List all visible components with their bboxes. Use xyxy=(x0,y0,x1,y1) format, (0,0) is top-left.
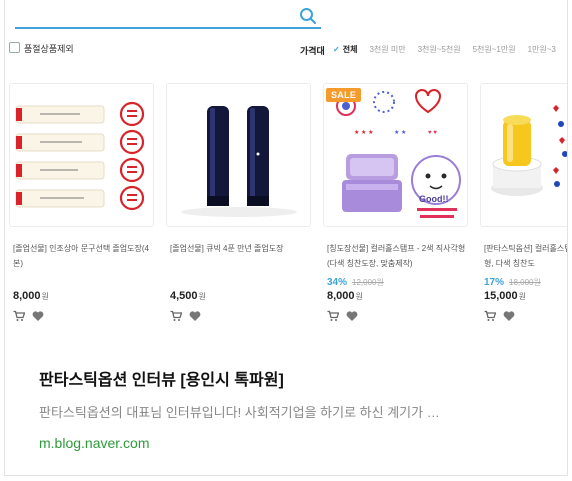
search-icon[interactable] xyxy=(299,7,317,25)
preview-image[interactable]: 품절상품제외 가격대 ✓ 전체 3천원 미만 3천원~5천원 5천원~1만원 1만… xyxy=(5,0,567,338)
product-list: [졸업선물] 인조상아 문구선택 졸업도장(4본) 8,000원 [졸업선물] … xyxy=(9,83,567,333)
product-image[interactable]: ★ ★ ★ ★ ★ ♥ ♥ Good!! SALE xyxy=(323,83,468,227)
product-price: 15,000원 xyxy=(484,290,526,302)
checkbox-icon[interactable] xyxy=(9,42,20,53)
heart-icon[interactable] xyxy=(346,310,358,322)
price-filter-label: 가격대 xyxy=(300,46,325,56)
search-input[interactable] xyxy=(15,27,321,29)
svg-text:★ ★: ★ ★ xyxy=(394,129,406,136)
product-actions xyxy=(327,310,358,322)
original-price: 18,000원 xyxy=(509,278,541,287)
product-actions xyxy=(170,310,201,322)
product-card[interactable]: [판타스틱옵션] 컬러홀스탬프 지칙★ ( 원형, 다색 칭찬도 17% 18,0… xyxy=(480,83,567,333)
discount-row: 17% 18,000원 xyxy=(484,277,541,288)
price-option-5k-10k[interactable]: 5천원~1만원 xyxy=(473,44,516,55)
exclude-soldout-label[interactable]: 품절상품제외 xyxy=(24,42,74,55)
currency: 원 xyxy=(518,292,527,301)
product-card[interactable]: ★ ★ ★ ★ ★ ♥ ♥ Good!! SALE [칭도장선물] 컬러홀스탬프… xyxy=(323,83,468,333)
stamp-set-illustration xyxy=(15,101,145,211)
price-value: 8,000 xyxy=(13,290,41,302)
price-option-label: 전체 xyxy=(342,45,358,54)
svg-text:♥ ♥: ♥ ♥ xyxy=(428,130,437,136)
price-value: 15,000 xyxy=(484,290,518,302)
product-price: 8,000원 xyxy=(327,290,363,302)
price-option-10k-30k[interactable]: 1만원~3 xyxy=(528,44,556,55)
product-name[interactable]: [판타스틱옵션] 컬러홀스탬프 지칙★ ( 원형, 다색 칭찬도 xyxy=(484,241,567,271)
currency: 원 xyxy=(355,292,363,301)
price-option-under-3k[interactable]: 3천원 미만 xyxy=(369,44,405,55)
product-image[interactable] xyxy=(9,83,154,227)
currency: 원 xyxy=(198,292,206,301)
currency: 원 xyxy=(41,292,49,301)
source-link[interactable]: m.blog.naver.com xyxy=(39,435,150,451)
stamp-pair-illustration xyxy=(181,106,297,217)
discount-row: 34% 12,000원 xyxy=(327,277,384,288)
original-price: 12,000원 xyxy=(352,278,384,287)
product-card[interactable]: [졸업선물] 인조상아 문구선택 졸업도장(4본) 8,000원 xyxy=(9,83,154,333)
heart-icon[interactable] xyxy=(189,310,201,322)
product-name[interactable]: [졸업선물] 큐빅 4푼 만년 졸업도장 xyxy=(170,241,312,256)
price-option-all[interactable]: ✓ 전체 xyxy=(333,44,357,55)
post-description: 판타스틱옵션의 대표님 인터뷰입니다! 사회적기업을 하기로 하신 계기가 … xyxy=(39,405,440,420)
link-preview-card[interactable]: 품절상품제외 가격대 ✓ 전체 3천원 미만 3천원~5천원 5천원~1만원 1만… xyxy=(4,0,568,476)
cart-icon[interactable] xyxy=(170,310,182,322)
product-name[interactable]: [칭도장선물] 컬러홀스탬프 - 2색 직사각형 (다색 칭찬도장, 맞춤제작) xyxy=(327,241,469,271)
product-image[interactable] xyxy=(480,83,567,227)
cart-icon[interactable] xyxy=(13,310,25,322)
sale-badge: SALE xyxy=(326,88,362,102)
price-value: 8,000 xyxy=(327,290,355,302)
good-stamp-text: Good!! xyxy=(419,194,449,204)
product-price: 4,500원 xyxy=(170,290,206,302)
heart-icon[interactable] xyxy=(32,310,44,322)
product-actions xyxy=(13,310,44,322)
post-title[interactable]: 판타스틱옵션 인터뷰 [용인시 톡파원] xyxy=(39,366,284,390)
cart-icon[interactable] xyxy=(327,310,339,322)
product-actions xyxy=(484,310,515,322)
product-name[interactable]: [졸업선물] 인조상아 문구선택 졸업도장(4본) xyxy=(13,241,155,271)
round-stamp-illustration xyxy=(491,105,567,196)
heart-icon[interactable] xyxy=(503,310,515,322)
product-card[interactable]: [졸업선물] 큐빅 4푼 만년 졸업도장 4,500원 xyxy=(166,83,311,333)
price-option-3k-5k[interactable]: 3천원~5천원 xyxy=(418,44,461,55)
color-stamp-illustration: ★ ★ ★ ★ ★ ♥ ♥ Good!! xyxy=(336,89,461,218)
svg-text:★ ★ ★: ★ ★ ★ xyxy=(354,129,373,136)
price-value: 4,500 xyxy=(170,290,198,302)
product-image[interactable] xyxy=(166,83,311,227)
discount-rate: 17% xyxy=(484,277,505,288)
discount-rate: 34% xyxy=(327,277,348,288)
check-icon: ✓ xyxy=(333,45,340,54)
cart-icon[interactable] xyxy=(484,310,496,322)
price-filter-options: ✓ 전체 3천원 미만 3천원~5천원 5천원~1만원 1만원~3 xyxy=(333,44,556,55)
product-price: 8,000원 xyxy=(13,290,49,302)
